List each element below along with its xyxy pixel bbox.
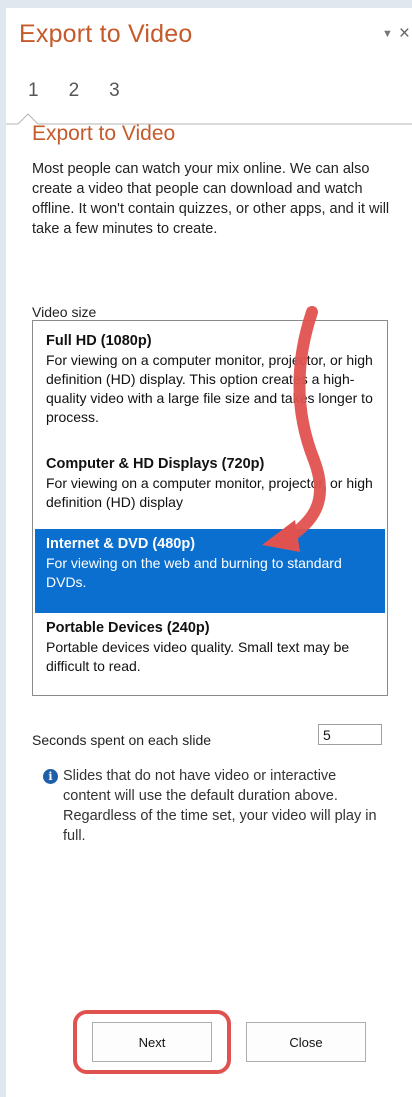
option-title: Computer & HD Displays (720p) [46,456,265,472]
step-tabs: 1 2 3 [28,80,120,102]
seconds-label: Seconds spent on each slide [32,732,212,748]
video-size-option-1080p[interactable]: Full HD (1080p) For viewing on a compute… [35,326,385,438]
info-icon: i [43,769,58,784]
video-size-option-480p[interactable]: Internet & DVD (480p) For viewing on the… [35,529,385,613]
step-tab-2[interactable]: 2 [69,80,80,102]
video-size-list[interactable]: Full HD (1080p) For viewing on a compute… [32,320,388,696]
option-title: Internet & DVD (480p) [46,536,196,552]
option-title: Full HD (1080p) [46,333,152,349]
pane-controls: ▼ × [382,24,410,43]
pane-title: Export to Video [19,20,193,48]
pane-close-icon[interactable]: × [399,24,410,43]
option-description: For viewing on a computer monitor, proje… [46,352,373,425]
step-tab-3[interactable]: 3 [109,80,120,102]
video-size-option-720p[interactable]: Computer & HD Displays (720p) For viewin… [35,449,385,529]
option-description: For viewing on the web and burning to st… [46,555,342,590]
intro-text: Most people can watch your mix online. W… [32,161,390,237]
pane-options-dropdown-icon[interactable]: ▼ [382,28,393,40]
step-tab-1[interactable]: 1 [28,80,39,102]
close-button[interactable]: Close [246,1022,366,1062]
option-description: For viewing on a computer monitor, proje… [46,475,373,510]
next-button[interactable]: Next [92,1022,212,1062]
seconds-input[interactable] [318,724,382,745]
option-title: Portable Devices (240p) [46,620,210,636]
section-title: Export to Video [32,122,176,145]
option-description: Portable devices video quality. Small te… [46,639,350,674]
video-size-label: Video size [32,304,97,320]
video-size-option-240p[interactable]: Portable Devices (240p) Portable devices… [35,613,385,693]
info-text: Slides that do not have video or interac… [63,768,377,844]
